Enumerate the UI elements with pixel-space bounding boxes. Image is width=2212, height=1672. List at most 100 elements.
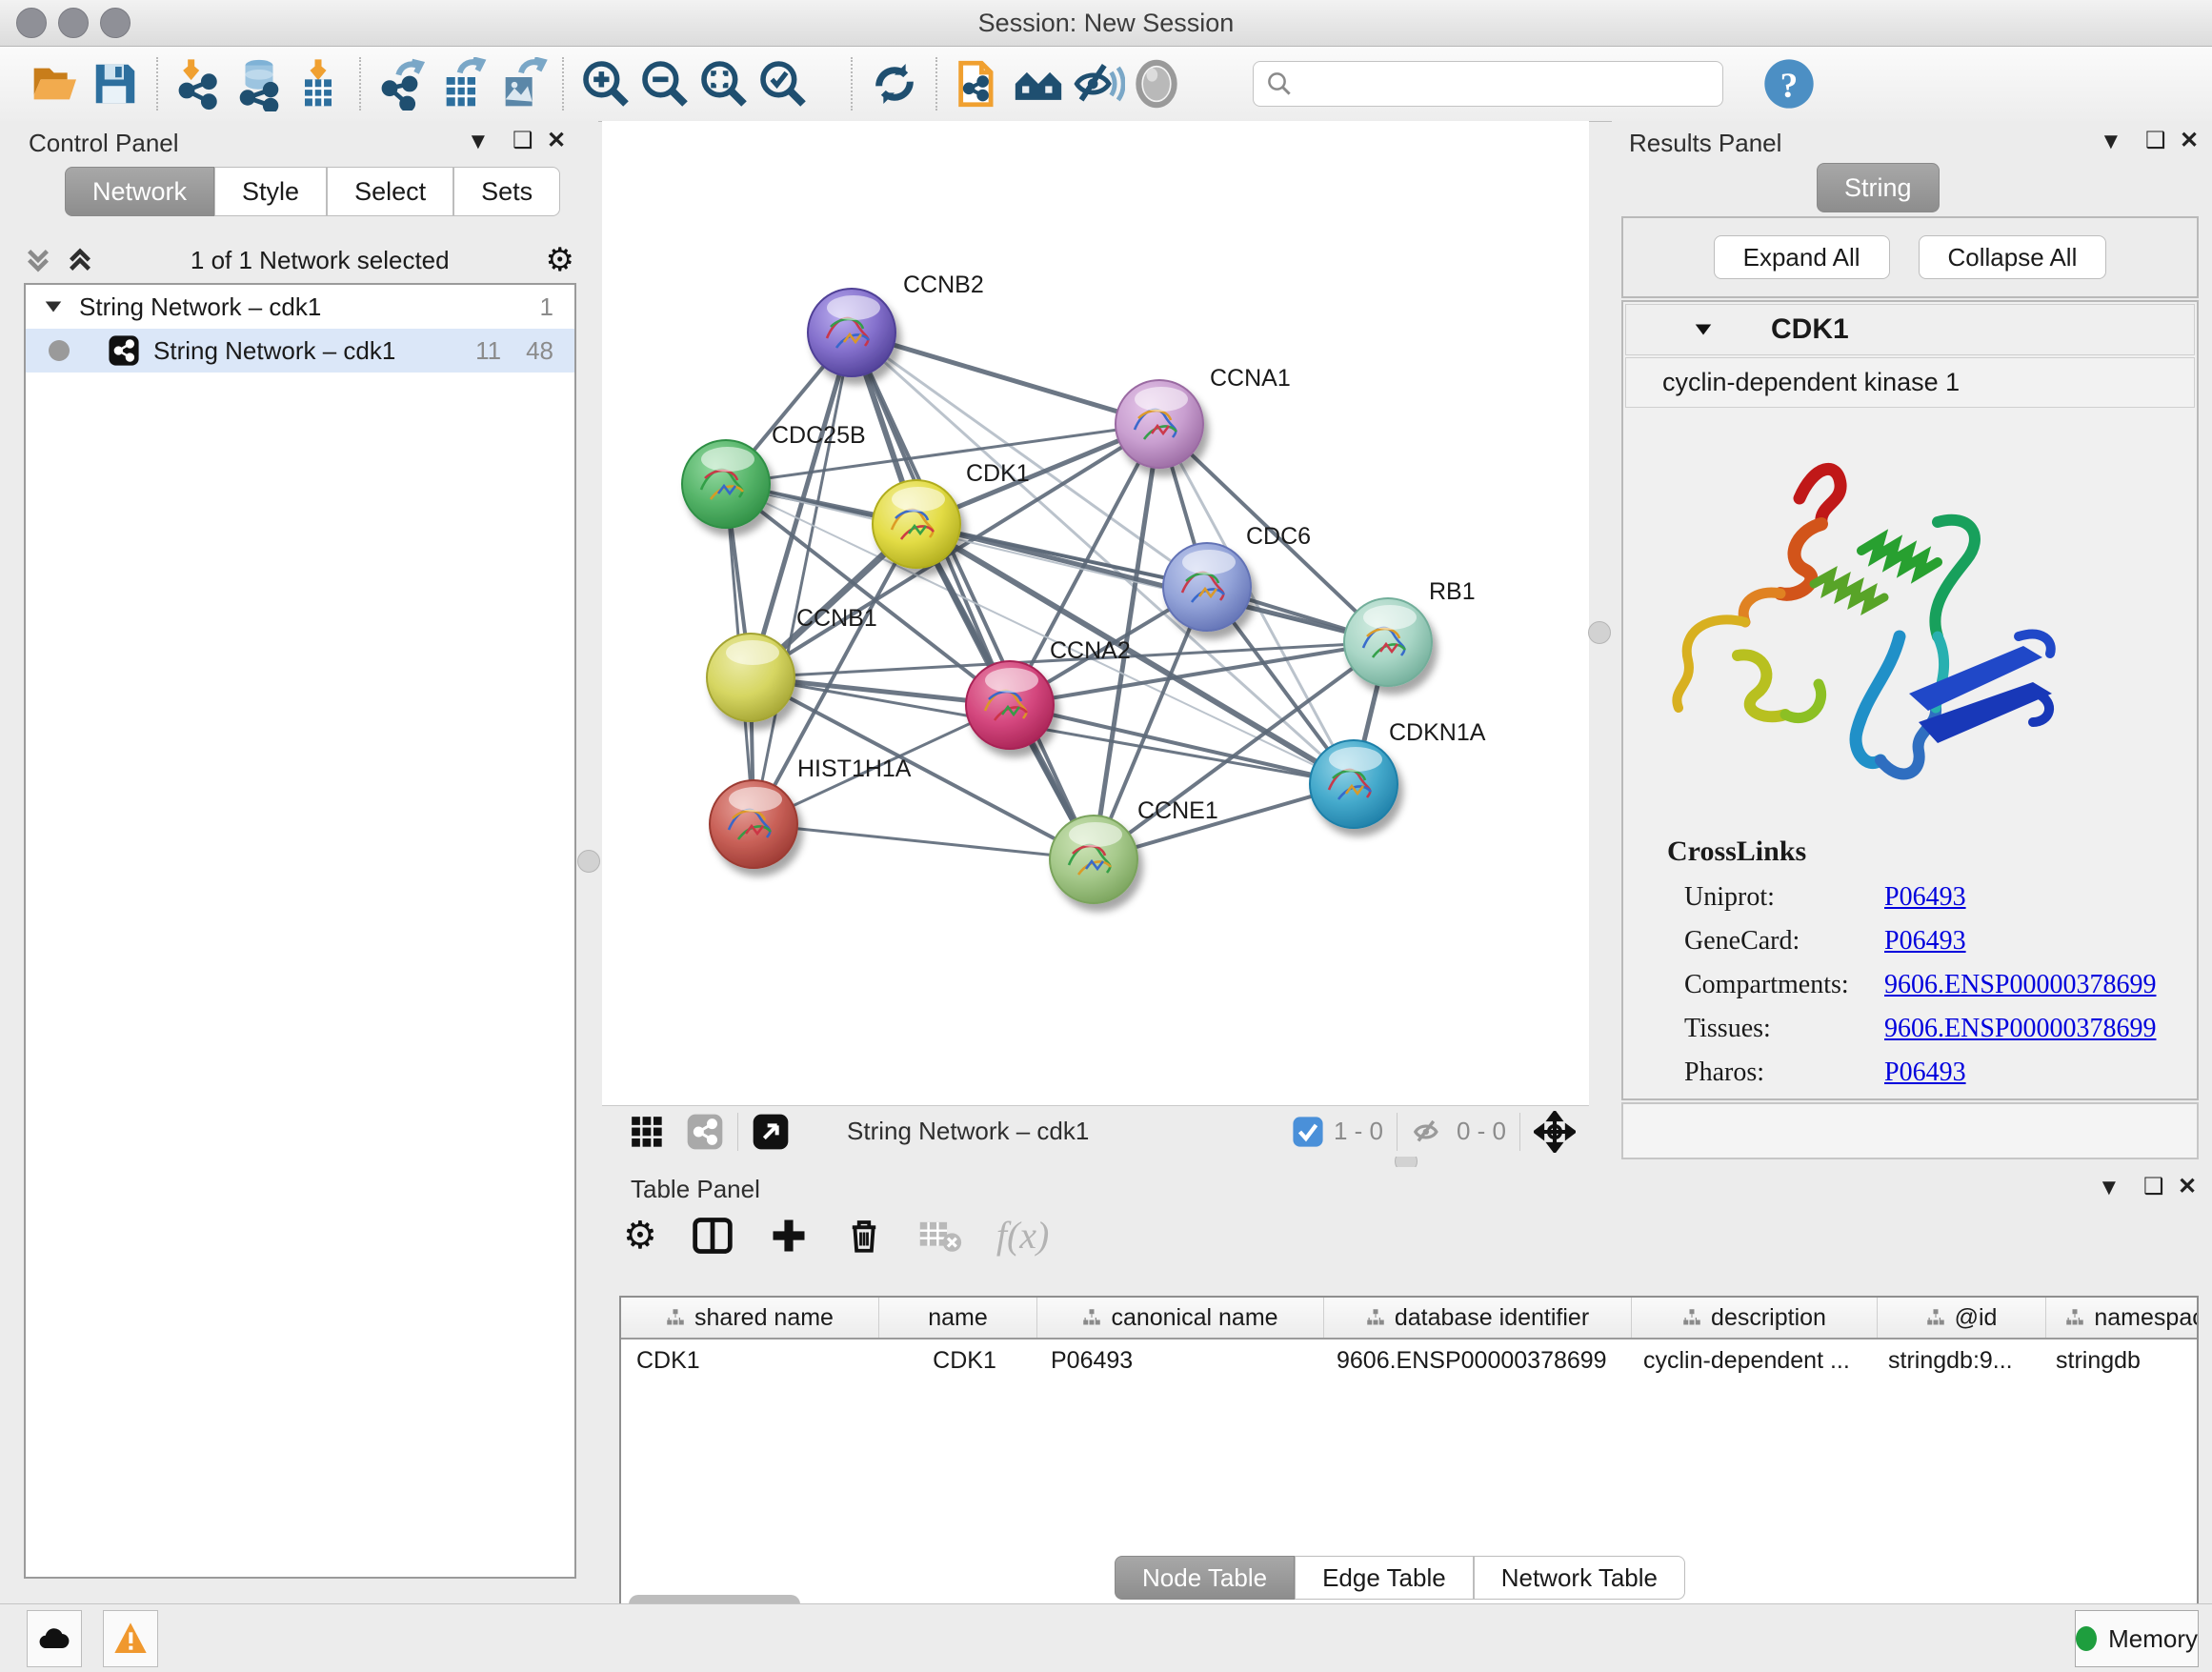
import-network-file-button[interactable] [171,54,230,113]
zoom-selected-button[interactable] [754,54,813,113]
zoom-out-button[interactable] [635,54,694,113]
crosslink-value[interactable]: P06493 [1884,882,1966,913]
column-header-name[interactable]: name [879,1298,1037,1338]
column-header-shared-name[interactable]: shared name [621,1298,879,1338]
table-panel-float-icon[interactable]: ❑ [2143,1173,2164,1200]
node-label-RB1: RB1 [1429,578,1476,605]
string-glass-button[interactable] [1068,54,1127,113]
table-panel-collapse-icon[interactable]: ▼ [2098,1175,2121,1201]
gene-expander-icon[interactable] [1693,319,1714,340]
tab-node-table[interactable]: Node Table [1115,1556,1295,1600]
export-table-button[interactable] [432,54,492,113]
table-panel-close-icon[interactable]: ✕ [2178,1173,2197,1200]
search-box[interactable] [1253,61,1723,107]
pan-crosshair-icon[interactable] [1534,1111,1576,1153]
network-node-CCNA2[interactable] [966,661,1054,749]
string-import-button[interactable] [950,54,1009,113]
tab-edge-table[interactable]: Edge Table [1295,1556,1474,1600]
save-session-button[interactable] [86,54,145,113]
network-node-HIST1H1A[interactable] [710,780,797,868]
zoom-fit-button[interactable] [694,54,754,113]
right-splitter-handle[interactable] [1588,621,1611,644]
detach-view-icon[interactable] [752,1113,790,1151]
crosslink-value[interactable]: P06493 [1884,926,1966,957]
network-node-CCNE1[interactable] [1050,816,1137,903]
zoom-in-button[interactable] [576,54,635,113]
export-image-button[interactable] [492,54,551,113]
network-graph[interactable]: CCNB2 CCNA1 CDC25B [602,121,1589,1105]
left-splitter-handle[interactable] [577,850,600,873]
table-cell[interactable]: CDK1 [621,1347,878,1375]
network-tree-child-row[interactable]: String Network – cdk1 11 48 [26,329,574,373]
tab-network-table[interactable]: Network Table [1474,1556,1685,1600]
network-edge-CCNB2-HIST1H1A[interactable] [754,332,852,824]
results-panel-close-icon[interactable]: ✕ [2180,127,2199,154]
network-node-CCNB2[interactable] [808,289,895,376]
memory-button[interactable]: Memory [2075,1610,2199,1667]
apply-layout-button[interactable] [865,54,924,113]
tab-string[interactable]: String [1817,163,1940,212]
column-header-namespace[interactable]: namespace [2046,1298,2199,1338]
export-network-button[interactable] [373,54,432,113]
control-panel-collapse-icon[interactable]: ▼ [467,129,490,155]
table-cell[interactable]: cyclin-dependent ... [1628,1347,1873,1375]
birdseye-grid-icon[interactable] [629,1114,665,1150]
show-columns-icon[interactable] [692,1215,734,1257]
collapse-all-icon[interactable] [24,244,52,276]
crosslink-value[interactable]: 9606.ENSP00000378699 [1884,970,2156,1000]
string-home-button[interactable] [1009,54,1068,113]
table-cell[interactable]: P06493 [1036,1347,1321,1375]
network-view-canvas[interactable]: CCNB2 CCNA1 CDC25B [602,121,1589,1105]
table-cell[interactable]: stringdb [2041,1347,2199,1375]
add-column-icon[interactable] [768,1215,810,1257]
tab-select[interactable]: Select [327,167,453,216]
table-cell[interactable]: stringdb:9... [1873,1347,2041,1375]
control-panel-float-icon[interactable]: ❑ [513,127,533,154]
collapse-all-button[interactable]: Collapse All [1919,235,2107,279]
delete-column-icon[interactable] [844,1215,884,1257]
column-header-canonical-name[interactable]: canonical name [1037,1298,1324,1338]
search-input[interactable] [1294,70,1679,99]
results-panel-collapse-icon[interactable]: ▼ [2100,129,2122,155]
network-edge-CCNB2-CCNA1[interactable] [852,332,1159,424]
results-scrollbar-track[interactable] [1621,1102,2199,1159]
help-button[interactable]: ? [1760,54,1819,113]
tab-sets[interactable]: Sets [453,167,560,216]
tree-expander-icon[interactable] [43,296,64,317]
network-node-CCNA1[interactable] [1116,380,1203,468]
expand-all-button[interactable]: Expand All [1714,235,1890,279]
selected-checkbox-icon[interactable] [1292,1116,1324,1148]
network-tree-root-row[interactable]: String Network – cdk1 1 [26,285,574,329]
import-network-database-button[interactable] [230,54,289,113]
warnings-button[interactable] [103,1610,158,1667]
table-cell[interactable]: CDK1 [878,1347,1036,1375]
crosslink-value[interactable]: P06493 [1884,1058,1966,1088]
column-header-description[interactable]: description [1632,1298,1878,1338]
cloud-button[interactable] [27,1610,82,1667]
network-graphic-icon[interactable] [686,1113,724,1151]
network-node-CDKN1A[interactable] [1310,740,1398,828]
network-options-gear-icon[interactable]: ⚙ [546,241,574,279]
network-edge-HIST1H1A-CCNE1[interactable] [754,824,1094,859]
hidden-eye-icon[interactable] [1411,1114,1447,1150]
control-panel-close-icon[interactable]: ✕ [547,127,566,154]
column-header-database-identifier[interactable]: database identifier [1324,1298,1632,1338]
gene-section-header[interactable]: CDK1 [1625,304,2195,355]
network-node-CCNB1[interactable] [707,634,794,721]
crosslink-value[interactable]: 9606.ENSP00000378699 [1884,1014,2156,1044]
expand-all-icon[interactable] [66,244,94,276]
network-node-CDK1[interactable] [873,480,960,568]
table-row[interactable]: CDK1CDK1P064939606.ENSP00000378699cyclin… [621,1340,2197,1381]
import-table-button[interactable] [289,54,348,113]
network-node-RB1[interactable] [1344,598,1432,686]
table-cell[interactable]: 9606.ENSP00000378699 [1321,1347,1628,1375]
table-options-gear-icon[interactable]: ⚙ [623,1214,657,1258]
string-sphere-button[interactable] [1127,54,1186,113]
column-header--id[interactable]: @id [1878,1298,2046,1338]
results-panel-float-icon[interactable]: ❑ [2145,127,2166,154]
tab-network[interactable]: Network [65,167,214,216]
network-node-CDC6[interactable] [1163,543,1251,631]
tab-style[interactable]: Style [214,167,327,216]
network-node-CDC25B[interactable] [682,440,770,528]
open-session-button[interactable] [27,54,86,113]
